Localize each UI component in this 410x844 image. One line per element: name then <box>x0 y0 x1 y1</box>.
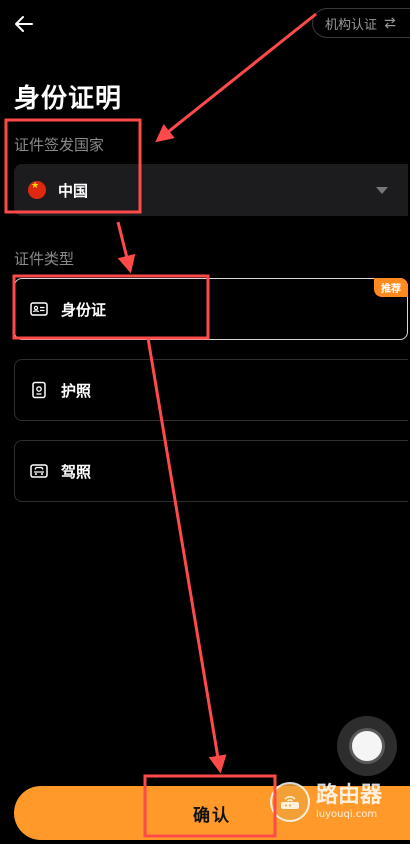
doc-option-name: 身份证 <box>61 300 107 319</box>
doc-option-id-card[interactable]: 身份证 推荐 <box>14 278 408 340</box>
id-card-icon <box>30 302 48 316</box>
doc-option-name: 护照 <box>61 381 92 400</box>
router-logo-icon <box>270 782 310 822</box>
assistive-touch-button[interactable] <box>337 716 397 776</box>
passport-icon <box>32 381 46 399</box>
country-value: 中国 <box>58 181 89 200</box>
recommended-badge: 推荐 <box>374 278 408 297</box>
annotation-arrow-1 <box>155 12 317 143</box>
annotation-overlay <box>4 12 317 838</box>
annotation-arrow-2 <box>116 221 136 274</box>
swap-icon <box>384 17 396 29</box>
back-button[interactable] <box>12 12 36 36</box>
watermark-title: 路由器 <box>316 782 383 808</box>
assistive-touch-icon <box>349 728 385 764</box>
doc-option-passport[interactable]: 护照 <box>14 359 408 421</box>
country-select[interactable]: 中国 <box>14 164 408 216</box>
caret-down-icon <box>376 187 388 194</box>
china-flag-icon <box>28 181 46 199</box>
org-verification-switch[interactable]: 机构认证 <box>312 8 410 38</box>
arrow-left-icon <box>15 16 33 32</box>
watermark-url: luyouqi.com <box>316 808 378 820</box>
watermark: 路由器 luyouqi.com <box>270 782 382 822</box>
doc-type-label: 证件类型 <box>14 250 75 268</box>
org-switch-label: 机构认证 <box>325 17 378 33</box>
country-label: 证件签发国家 <box>14 136 105 154</box>
doc-option-name: 驾照 <box>61 462 92 481</box>
page-title: 身份证明 <box>14 84 123 114</box>
doc-option-driver-license[interactable]: 驾照 <box>14 440 408 502</box>
driver-license-icon <box>30 464 48 478</box>
